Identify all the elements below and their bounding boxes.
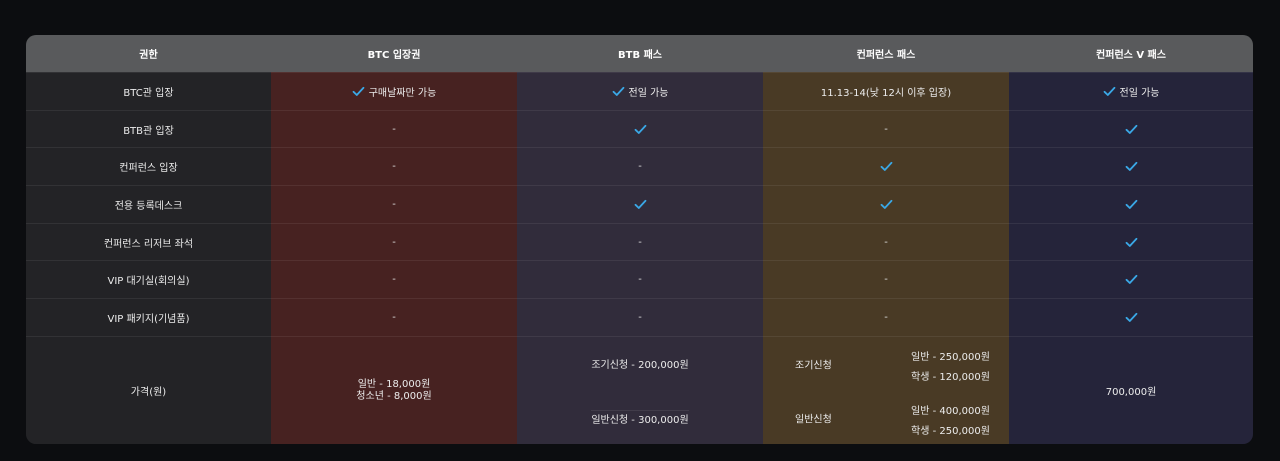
- table-cell: -: [763, 109, 1009, 148]
- check-icon: [1125, 237, 1138, 248]
- table-cell: -: [271, 109, 517, 148]
- row-label: 컨퍼런스 리저브 좌석: [26, 222, 271, 261]
- btb-price-regular: 일반신청 - 300,000원: [591, 410, 689, 426]
- table-cell: [1009, 222, 1253, 261]
- conference-regular-general: 일반 - 400,000원: [911, 405, 990, 417]
- row-label: BTB관 입장: [26, 109, 271, 148]
- header-conference-pass: 컨퍼런스 패스: [763, 35, 1009, 72]
- table-cell: [1009, 147, 1253, 186]
- check-icon: [1125, 161, 1138, 172]
- check-icon: [880, 199, 893, 210]
- dash-mark: -: [392, 236, 396, 248]
- conference-regular-label: 일반신청: [795, 414, 832, 426]
- row-label-price: 가격(원): [26, 335, 271, 444]
- conference-early-general: 일반 - 250,000원: [911, 351, 990, 363]
- cell-text: 전일 가능: [1119, 87, 1160, 99]
- check-icon: [1103, 86, 1116, 97]
- check-icon: [352, 86, 365, 97]
- cell-text: 구매날짜만 가능: [368, 87, 437, 99]
- conference-regular-student: 학생 - 250,000원: [911, 425, 990, 437]
- table-cell: -: [517, 222, 763, 261]
- table-cell: -: [517, 298, 763, 336]
- check-icon: [634, 199, 647, 210]
- row-label: 컨퍼런스 입장: [26, 147, 271, 186]
- pass-comparison-table: 권한 BTC 입장권 BTB 패스 컨퍼런스 패스 컨퍼런스 V 패스 BTC관…: [26, 35, 1253, 444]
- table-cell: [517, 185, 763, 223]
- table-cell: 전일 가능: [517, 72, 763, 110]
- btb-price-cell: 조기신청 - 200,000원 일반신청 - 300,000원: [517, 335, 763, 444]
- dash-mark: -: [884, 236, 888, 248]
- check-icon: [1125, 124, 1138, 135]
- check-icon: [612, 86, 625, 97]
- table-cell: -: [763, 222, 1009, 261]
- dash-mark: -: [392, 311, 396, 323]
- row-label: 전용 등록데스크: [26, 185, 271, 223]
- check-icon: [1125, 274, 1138, 285]
- table-cell: [763, 185, 1009, 223]
- dash-mark: -: [638, 236, 642, 248]
- dash-mark: -: [884, 123, 888, 135]
- row-label: VIP 패키지(기념품): [26, 298, 271, 336]
- table-cell: -: [517, 147, 763, 186]
- dash-mark: -: [638, 274, 642, 286]
- table-cell: -: [763, 298, 1009, 336]
- conference-price-early: 조기신청 일반 - 250,000원 학생 - 120,000원: [763, 337, 1009, 391]
- conference-price-regular: 일반신청 일반 - 400,000원 학생 - 250,000원: [763, 391, 1009, 444]
- table-cell: -: [271, 298, 517, 336]
- table-cell: 전일 가능: [1009, 72, 1253, 110]
- check-icon: [880, 161, 893, 172]
- conference-price-cell: 조기신청 일반 - 250,000원 학생 - 120,000원 일반신청 일반…: [763, 335, 1009, 444]
- btc-price-cell: 일반 - 18,000원 청소년 - 8,000원: [271, 335, 517, 444]
- conference-v-price-cell: 700,000원: [1009, 335, 1253, 444]
- check-icon: [634, 124, 647, 135]
- table-cell: [1009, 260, 1253, 299]
- cell-text: 11.13-14(낮 12시 이후 입장): [820, 87, 952, 99]
- btb-price-early: 조기신청 - 200,000원: [591, 360, 689, 372]
- header-btc-ticket: BTC 입장권: [271, 35, 517, 72]
- check-icon: [1125, 199, 1138, 210]
- table-cell: [763, 147, 1009, 186]
- table-cell: -: [271, 147, 517, 186]
- check-icon: [1125, 312, 1138, 323]
- table-cell: [517, 109, 763, 148]
- dash-mark: -: [392, 123, 396, 135]
- btc-price-youth: 청소년 - 8,000원: [356, 390, 432, 402]
- dash-mark: -: [884, 274, 888, 286]
- dash-mark: -: [884, 311, 888, 323]
- header-permission: 권한: [26, 35, 271, 72]
- row-label: BTC관 입장: [26, 72, 271, 110]
- dash-mark: -: [392, 198, 396, 210]
- dash-mark: -: [638, 161, 642, 173]
- table-cell: [1009, 185, 1253, 223]
- table-cell: -: [271, 260, 517, 299]
- table-cell: [1009, 298, 1253, 336]
- conference-early-label: 조기신청: [795, 360, 832, 372]
- cell-text: 전일 가능: [628, 87, 669, 99]
- dash-mark: -: [392, 161, 396, 173]
- conference-early-student: 학생 - 120,000원: [911, 371, 990, 383]
- btc-price-general: 일반 - 18,000원: [357, 378, 431, 390]
- table-cell: 11.13-14(낮 12시 이후 입장): [763, 72, 1009, 110]
- header-conference-v-pass: 컨퍼런스 V 패스: [1009, 35, 1253, 72]
- header-btb-pass: BTB 패스: [517, 35, 763, 72]
- table-cell: -: [271, 222, 517, 261]
- table-cell: -: [763, 260, 1009, 299]
- dash-mark: -: [392, 274, 396, 286]
- table-cell: 구매날짜만 가능: [271, 72, 517, 110]
- table-cell: -: [517, 260, 763, 299]
- table-cell: -: [271, 185, 517, 223]
- table-cell: [1009, 109, 1253, 148]
- comparison-grid: 권한 BTC 입장권 BTB 패스 컨퍼런스 패스 컨퍼런스 V 패스 BTC관…: [26, 35, 1253, 444]
- row-label: VIP 대기실(회의실): [26, 260, 271, 299]
- dash-mark: -: [638, 311, 642, 323]
